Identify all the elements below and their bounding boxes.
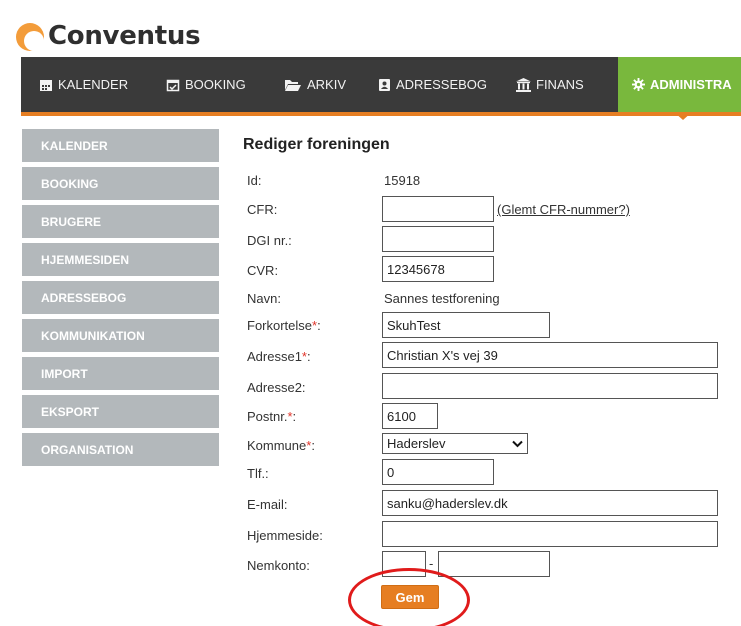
nav-label: ARKIV [307, 77, 347, 92]
address-book-icon [379, 78, 390, 91]
highlight-circle-annotation [348, 568, 470, 626]
kommune-selected-value: Haderslev [387, 436, 446, 451]
cfr-label: CFR: [247, 202, 278, 217]
tlf-field[interactable] [382, 459, 494, 485]
kommune-text: Kommune [247, 438, 307, 453]
email-field[interactable] [382, 490, 718, 516]
adresse1-field[interactable] [382, 342, 718, 368]
sidebar-item-eksport[interactable]: EKSPORT [22, 395, 219, 428]
label-suffix: : [317, 318, 321, 333]
hjemmeside-label: Hjemmeside: [247, 528, 323, 543]
nemkonto-separator: - [429, 556, 434, 571]
sidebar-item-organisation[interactable]: ORGANISATION [22, 433, 219, 466]
adresse1-text: Adresse1 [247, 349, 302, 364]
sidebar-item-kalender[interactable]: KALENDER [22, 129, 219, 162]
nav-label: BOOKING [185, 77, 246, 92]
chevron-down-icon [512, 440, 523, 447]
nav-label: ADRESSEBOG [396, 77, 488, 92]
label-suffix: : [292, 409, 297, 424]
forgot-cfr-link[interactable]: (Glemt CFR-nummer?) [497, 202, 630, 217]
kommune-label: Kommune*: [247, 438, 315, 453]
nav-label: KALENDER [58, 77, 129, 92]
label-suffix: : [311, 438, 315, 453]
cvr-field[interactable] [382, 256, 494, 282]
bank-icon [516, 77, 531, 92]
nav-label: FINANS [536, 77, 584, 92]
conventus-logo[interactable]: Conventus [14, 20, 201, 52]
top-navigation: KALENDER BOOKING ARKIV ADRESSEBOG FINANS… [21, 57, 741, 116]
forkortelse-field[interactable] [382, 312, 550, 338]
nav-item-arkiv[interactable]: ARKIV [284, 57, 346, 112]
sidebar-item-kommunikation[interactable]: KOMMUNIKATION [22, 319, 219, 352]
calendar-check-icon [166, 79, 180, 91]
navn-label: Navn: [247, 291, 281, 306]
page-title: Rediger foreningen [243, 136, 390, 153]
nav-item-finans[interactable]: FINANS [516, 57, 584, 112]
calendar-icon [40, 79, 52, 91]
gear-icon [632, 78, 645, 91]
folder-open-icon [285, 79, 301, 91]
postnr-label: Postnr.*: [247, 409, 296, 424]
forkortelse-label: Forkortelse*: [247, 318, 321, 333]
nemkonto-label: Nemkonto: [247, 558, 310, 573]
adresse1-label: Adresse1*: [247, 349, 311, 364]
sidebar-item-booking[interactable]: BOOKING [22, 167, 219, 200]
nav-item-booking[interactable]: BOOKING [166, 57, 246, 112]
cvr-label: CVR: [247, 263, 279, 278]
sidebar-item-adressebog[interactable]: ADRESSEBOG [22, 281, 219, 314]
dgi-label: DGI nr.: [247, 233, 292, 248]
hjemmeside-field[interactable] [382, 521, 718, 547]
nav-label: ADMINISTRA [650, 77, 732, 92]
sidebar-item-hjemmesiden[interactable]: HJEMMESIDEN [22, 243, 219, 276]
cfr-field[interactable] [382, 196, 494, 222]
dgi-field[interactable] [382, 226, 494, 252]
kommune-select[interactable]: Haderslev [382, 433, 528, 454]
nemkonto-konto-field[interactable] [438, 551, 550, 577]
sidebar-item-brugere[interactable]: BRUGERE [22, 205, 219, 238]
label-suffix: : [306, 349, 311, 364]
adresse2-label: Adresse2: [247, 380, 306, 395]
postnr-text: Postnr. [247, 409, 288, 424]
id-value: 15918 [384, 173, 421, 188]
navn-value: Sannes testforening [384, 291, 500, 306]
sidebar-item-import[interactable]: IMPORT [22, 357, 219, 390]
email-label: E-mail: [247, 497, 288, 512]
adresse2-field[interactable] [382, 373, 718, 399]
tlf-label: Tlf.: [247, 466, 269, 481]
active-nav-pointer [674, 112, 692, 120]
brand-name: Conventus [48, 21, 201, 51]
postnr-field[interactable] [382, 403, 438, 429]
sidebar: KALENDER BOOKING BRUGERE HJEMMESIDEN ADR… [22, 129, 219, 471]
forkortelse-text: Forkortelse [247, 318, 313, 333]
conventus-logo-icon [14, 20, 46, 52]
nav-item-kalender[interactable]: KALENDER [39, 57, 128, 112]
nav-item-adressebog[interactable]: ADRESSEBOG [378, 57, 487, 112]
nav-item-administration[interactable]: ADMINISTRA [618, 57, 741, 112]
id-label: Id: [247, 173, 262, 188]
